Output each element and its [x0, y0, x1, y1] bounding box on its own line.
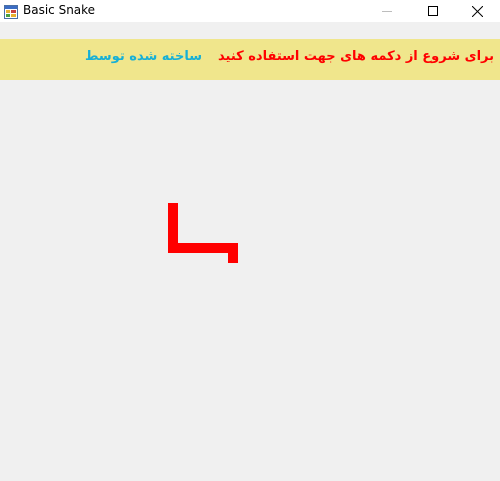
credits-label: ساخته شده توسط: [85, 49, 202, 64]
instructions-label: برای شروع از دکمه های جهت استفاده کنید: [218, 49, 494, 64]
close-icon: [471, 5, 483, 17]
game-window: Basic Snake برای شروع از دکمه های جهت اس…: [0, 0, 500, 481]
minimize-button[interactable]: [364, 0, 410, 22]
maximize-icon: [428, 6, 438, 16]
app-window-icon: [4, 4, 18, 19]
maximize-button[interactable]: [410, 0, 456, 22]
snake-segment-head: [228, 243, 238, 263]
title-bar[interactable]: Basic Snake: [0, 0, 500, 22]
info-bar: برای شروع از دکمه های جهت استفاده کنید س…: [0, 39, 500, 80]
close-button[interactable]: [454, 0, 500, 22]
window-title: Basic Snake: [23, 3, 96, 17]
game-board[interactable]: [0, 80, 500, 481]
window-client-top: [0, 22, 500, 39]
minimize-icon: [382, 6, 392, 16]
